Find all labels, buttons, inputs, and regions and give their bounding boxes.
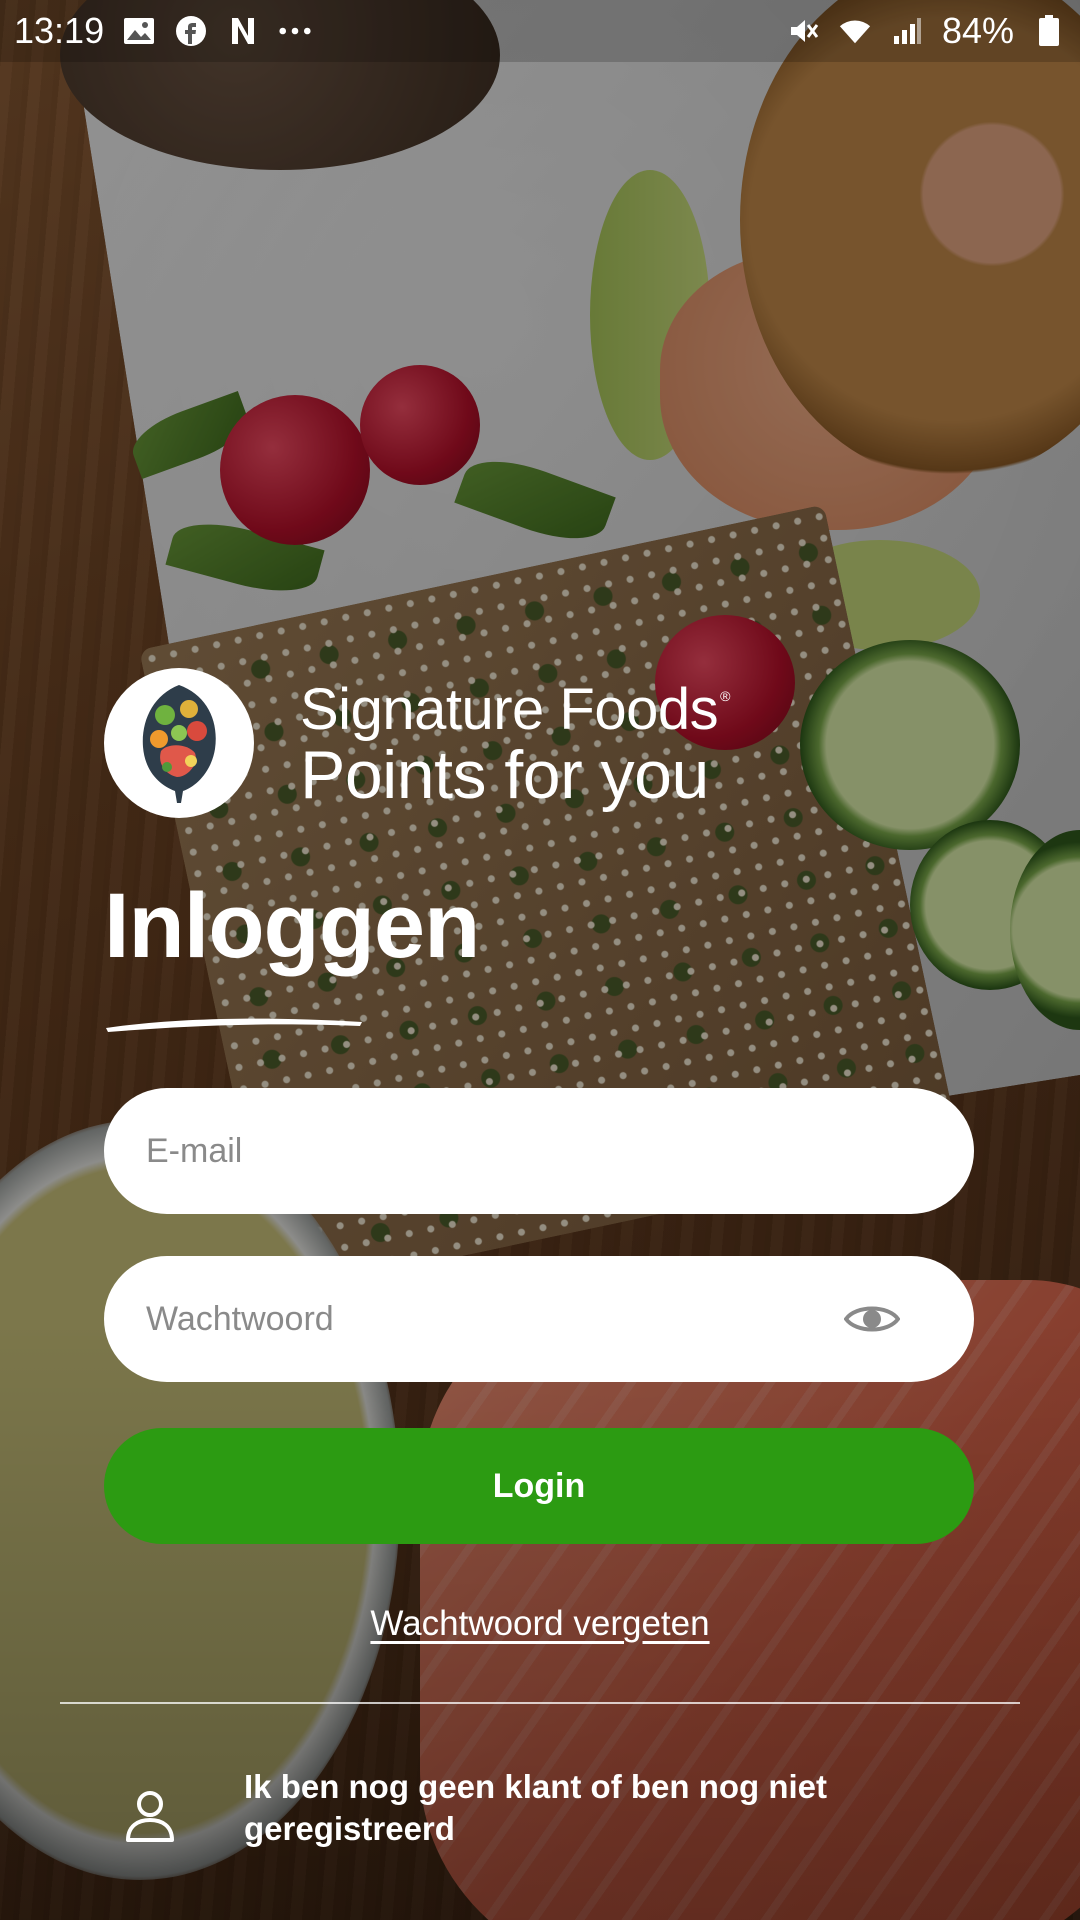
password-field[interactable] <box>104 1255 974 1383</box>
register-label: Ik ben nog geen klant of ben nog niet ge… <box>244 1768 828 1847</box>
status-bar: 13:19 84% <box>0 0 1080 62</box>
forgot-password-link[interactable]: Wachtwoord vergeten <box>0 1604 1080 1644</box>
more-dots-icon <box>278 14 312 48</box>
netflix-icon <box>226 14 260 48</box>
signal-icon <box>890 14 924 48</box>
brand-name: Signature Foods <box>300 677 719 742</box>
person-icon <box>126 1791 174 1842</box>
food-leaf-logo-icon <box>104 668 254 818</box>
battery-icon <box>1032 14 1066 48</box>
show-password-eye-icon[interactable] <box>842 1299 902 1339</box>
login-button[interactable]: Login <box>104 1428 974 1544</box>
gallery-icon <box>122 14 156 48</box>
battery-percentage: 84% <box>941 10 1014 51</box>
mute-icon <box>786 14 820 48</box>
brand-tagline: Points for you <box>300 737 709 813</box>
page-title: Inloggen <box>104 875 480 977</box>
password-input[interactable] <box>144 1255 842 1383</box>
divider <box>60 1702 1020 1704</box>
facebook-icon <box>174 14 208 48</box>
registered-mark: ® <box>720 688 730 704</box>
title-underline-swoosh <box>106 1018 362 1032</box>
register-link[interactable]: Ik ben nog geen klant of ben nog niet ge… <box>0 1766 1080 1850</box>
email-field[interactable] <box>104 1087 974 1215</box>
brand-logo: Signature Foods ® Points for you <box>104 668 730 818</box>
email-input[interactable] <box>144 1087 934 1215</box>
wifi-icon <box>838 14 872 48</box>
status-time: 13:19 <box>14 10 105 51</box>
